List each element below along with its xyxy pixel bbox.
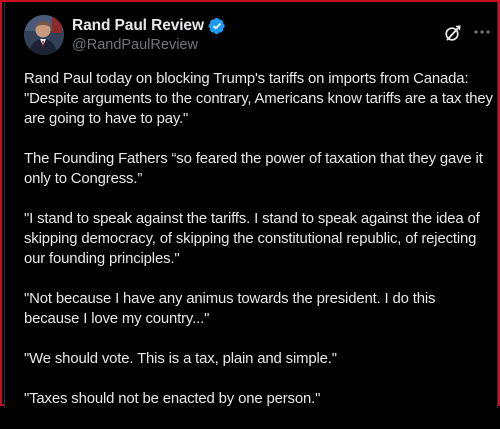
grok-icon[interactable] (444, 24, 462, 42)
post-card: Rand Paul Review @RandPaulReview Rand Pa… (4, 2, 498, 408)
author-name-row: Rand Paul Review (72, 16, 226, 36)
avatar[interactable] (24, 15, 64, 55)
verified-badge-icon (208, 17, 226, 35)
avatar-photo (24, 15, 64, 55)
post-paragraph: "Not because I have any animus towards t… (24, 291, 436, 327)
screenshot-frame: Rand Paul Review @RandPaulReview Rand Pa… (0, 0, 500, 408)
author-display-name[interactable]: Rand Paul Review (72, 17, 204, 35)
post-paragraph: "Taxes should not be enacted by one pers… (24, 391, 321, 407)
post-body: Rand Paul today on blocking Trump's tari… (24, 69, 494, 429)
post-paragraph: The Founding Fathers “so feared the powe… (24, 151, 483, 187)
post-paragraph: "We should vote. This is a tax, plain an… (24, 351, 337, 367)
post-paragraph: Rand Paul today on blocking Trump's tari… (24, 71, 493, 127)
more-options-icon[interactable] (471, 22, 493, 42)
post-paragraph: "I stand to speak against the tariffs. I… (24, 211, 480, 267)
author-handle[interactable]: @RandPaulReview (72, 37, 198, 53)
